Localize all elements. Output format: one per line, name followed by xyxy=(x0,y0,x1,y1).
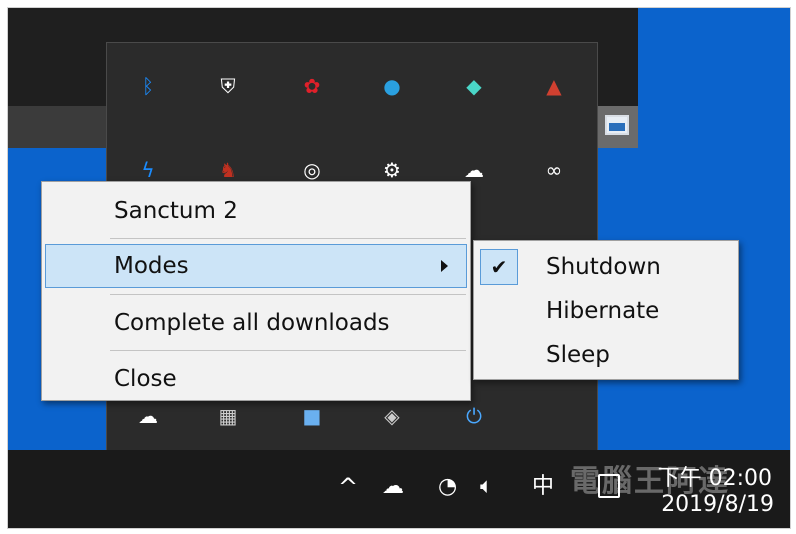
taskbar: ^ ☁ ◔ 🔈︎ 中 電腦王阿達 下午 02:00 2019/8/19 xyxy=(8,450,790,528)
tray-context-menu: Sanctum 2 Modes Complete all downloads C… xyxy=(41,181,471,401)
ime-indicator[interactable]: 中 xyxy=(532,472,554,502)
clock-time[interactable]: 下午 02:00 xyxy=(658,460,772,492)
menu-item-modes[interactable]: Modes xyxy=(45,244,467,288)
onedrive-cloud-icon[interactable]: ☁ xyxy=(382,472,404,502)
cloud-upload-icon[interactable]: ☁ xyxy=(133,401,163,431)
blue-folder-icon[interactable]: ■ xyxy=(297,401,327,431)
action-center-icon[interactable] xyxy=(598,474,620,498)
bluetooth-icon[interactable]: ᛒ xyxy=(133,71,163,101)
menu-item-label: Modes xyxy=(114,253,189,279)
menu-item-close[interactable]: Close xyxy=(42,354,470,404)
checkmark-icon: ✔ xyxy=(480,249,518,285)
submenu-item-shutdown[interactable]: ✔ Shutdown xyxy=(474,245,738,289)
clock-date[interactable]: 2019/8/19 xyxy=(661,492,774,517)
nordvpn-icon[interactable]: ◆ xyxy=(459,71,489,101)
submenu-item-label: Hibernate xyxy=(546,298,660,324)
volume-icon[interactable]: 🔈︎ xyxy=(480,472,493,502)
wifi-icon[interactable]: ◔ xyxy=(438,472,457,502)
submenu-item-hibernate[interactable]: Hibernate xyxy=(474,289,738,333)
desktop: ᛒ ⛨ ✿ ● ◆ ▲ ϟ ♞ ◎ ⚙ ☁ ∞ ☁ ▦ ■ ◈ ⏻ ^ ☁ ◔ … xyxy=(7,7,791,529)
submenu-item-label: Shutdown xyxy=(546,254,661,280)
window-thumbnail-icon xyxy=(605,115,629,135)
power-icon[interactable]: ⏻ xyxy=(459,401,489,431)
menu-item-complete-downloads[interactable]: Complete all downloads xyxy=(42,298,470,348)
submenu-arrow-icon xyxy=(441,260,448,272)
modes-submenu: ✔ Shutdown Hibernate Sleep xyxy=(473,240,739,380)
gpu-z-icon[interactable]: ▦ xyxy=(213,401,243,431)
user-app-icon[interactable]: ▲ xyxy=(539,71,569,101)
submenu-item-label: Sleep xyxy=(546,342,610,368)
windows-security-icon[interactable]: ⛨ xyxy=(213,71,243,101)
menu-item-label: Sanctum 2 xyxy=(114,198,238,224)
menu-separator xyxy=(110,238,466,239)
cherry-icon[interactable]: ✿ xyxy=(297,71,327,101)
creative-cloud-icon[interactable]: ∞ xyxy=(539,155,569,185)
menu-item-sanctum[interactable]: Sanctum 2 xyxy=(42,186,470,236)
menu-separator xyxy=(110,294,466,295)
menu-item-label: Close xyxy=(114,366,177,392)
submenu-item-sleep[interactable]: Sleep xyxy=(474,333,738,377)
cube-icon[interactable]: ◈ xyxy=(377,401,407,431)
globe-icon[interactable]: ● xyxy=(377,71,407,101)
menu-item-label: Complete all downloads xyxy=(114,310,390,336)
menu-separator xyxy=(110,350,466,351)
show-hidden-icons-chevron-icon[interactable]: ^ xyxy=(338,472,358,502)
